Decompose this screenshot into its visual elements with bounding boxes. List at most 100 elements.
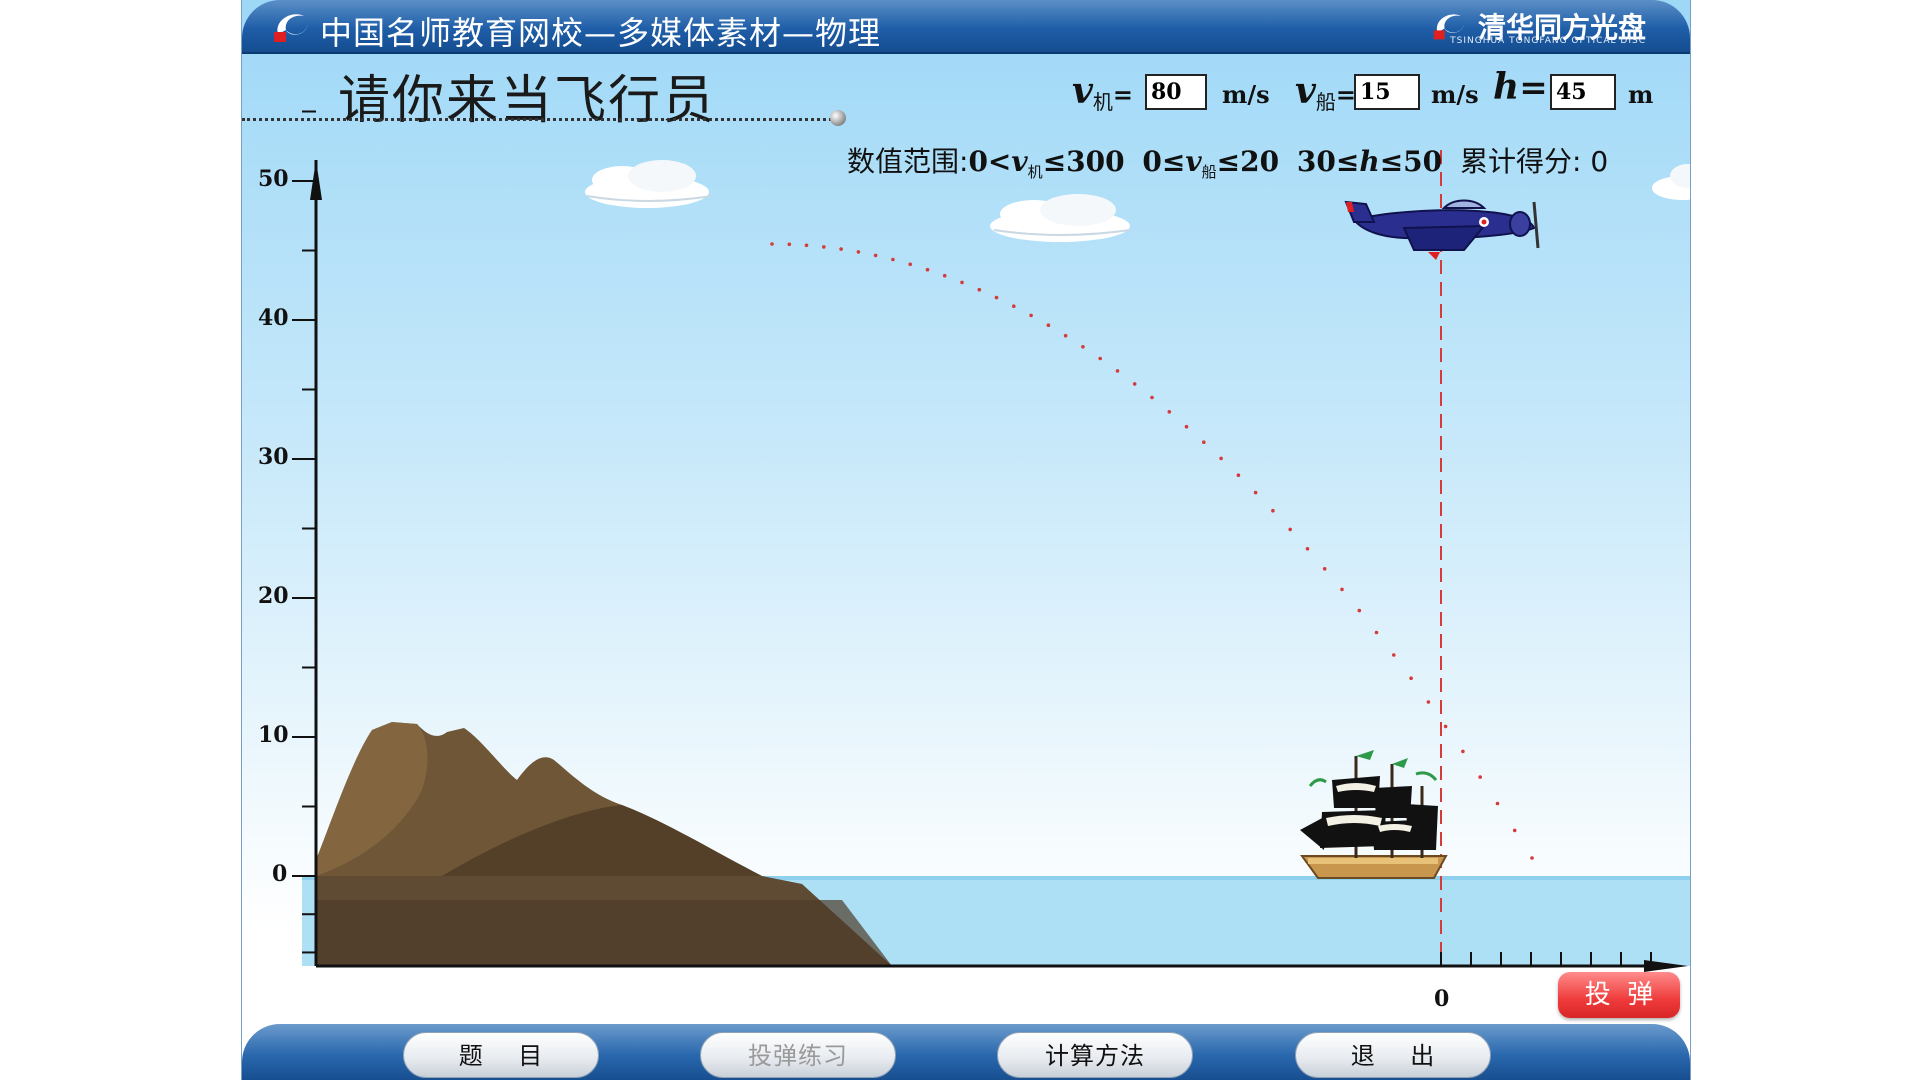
trajectory-dot xyxy=(1530,856,1534,860)
drop-practice-button[interactable]: 投弹练习 xyxy=(700,1032,896,1078)
app-window: 中国名师教育网校—多媒体素材—物理 清华同方光盘 TSINGHUA TONGFA… xyxy=(241,0,1691,1080)
trajectory-dot xyxy=(891,257,895,262)
range-ship-a: 0≤ xyxy=(1142,145,1186,178)
trajectory-dot xyxy=(977,287,982,292)
ship-speed-eq: = xyxy=(1335,80,1357,109)
trajectory-path xyxy=(770,242,1534,860)
trajectory-dot xyxy=(804,243,809,248)
range-plane-var: v xyxy=(1011,145,1028,178)
trajectory-dot xyxy=(960,280,964,285)
y-tick-label: 20 xyxy=(258,583,289,609)
trajectory-dot xyxy=(873,253,878,258)
trajectory-dot xyxy=(1253,490,1258,495)
trajectory-dot xyxy=(1374,630,1379,635)
score-label: 累计得分: xyxy=(1459,145,1582,178)
range-ship-var: v xyxy=(1185,145,1202,178)
heading-divider xyxy=(242,118,838,121)
trajectory-dot xyxy=(1046,323,1051,328)
trajectory-dot xyxy=(1340,587,1344,592)
y-tick-label: 50 xyxy=(258,166,289,192)
cloud-icon xyxy=(1652,164,1690,200)
trajectory-dot xyxy=(856,250,861,254)
trajectory-dot xyxy=(1305,547,1310,551)
cloud-icon xyxy=(585,160,713,208)
trajectory-dot xyxy=(1443,724,1448,729)
trajectory-dot xyxy=(1150,395,1154,400)
trajectory-dot xyxy=(1202,440,1206,445)
y-tick-label: 10 xyxy=(258,722,289,748)
trajectory-dot xyxy=(1426,700,1431,704)
range-height-b: ≤50 xyxy=(1379,145,1443,178)
range-plane-sub: 机 xyxy=(1027,163,1043,181)
trajectory-dot xyxy=(1322,567,1327,571)
problem-button[interactable]: 题 目 xyxy=(403,1032,599,1078)
trajectory-dot xyxy=(1219,456,1223,461)
ship-speed-label: v船= xyxy=(1295,70,1356,115)
range-plane-a: 0< xyxy=(968,145,1012,178)
trajectory-dot xyxy=(1081,345,1085,349)
trajectory-dot xyxy=(1409,676,1413,680)
trajectory-dot xyxy=(1184,424,1189,429)
shore-shade xyxy=(316,900,892,966)
trajectory-dot xyxy=(1392,653,1396,657)
trajectory-dot xyxy=(822,245,826,249)
plane-speed-input[interactable] xyxy=(1145,74,1207,110)
y-tick-label: 0 xyxy=(272,861,288,887)
heading-knob xyxy=(830,110,846,126)
trajectory-dot xyxy=(1461,749,1465,754)
trajectory-dot xyxy=(942,273,947,278)
exit-button[interactable]: 退 出 xyxy=(1295,1032,1491,1078)
trajectory-dot xyxy=(1063,333,1068,338)
page-heading: 请你来当飞行员 xyxy=(338,71,717,131)
trajectory-dot xyxy=(1478,775,1482,779)
trajectory-dot xyxy=(787,242,792,247)
footer-bar: 题 目 投弹练习 计算方法 退 出 xyxy=(242,1024,1690,1080)
height-label: h= xyxy=(1493,66,1548,108)
sailing-ship-icon xyxy=(1300,750,1448,879)
height-symbol: h xyxy=(1493,66,1520,108)
plane-speed-label: v机= xyxy=(1072,70,1133,115)
height-input[interactable] xyxy=(1550,74,1616,110)
range-height-var: h xyxy=(1359,145,1380,178)
trajectory-dot xyxy=(1357,608,1362,613)
range-ship-sub: 船 xyxy=(1201,163,1217,181)
trajectory-dot xyxy=(1167,410,1172,414)
trajectory-dot xyxy=(770,242,774,246)
ship-speed-input[interactable] xyxy=(1354,74,1420,110)
trajectory-dot xyxy=(1012,304,1016,309)
height-unit: m xyxy=(1628,80,1654,109)
range-ship-b: ≤20 xyxy=(1216,145,1280,178)
score-value: 0 xyxy=(1590,145,1609,178)
height-eq: = xyxy=(1519,68,1548,108)
plane-speed-symbol: v xyxy=(1072,70,1093,112)
trajectory-dot xyxy=(1132,382,1137,386)
trajectory-dot xyxy=(1288,527,1292,532)
trajectory-dot xyxy=(925,267,930,272)
range-plane-b: ≤300 xyxy=(1042,145,1125,178)
range-label: 数值范围: xyxy=(847,145,969,178)
range-height-a: 30≤ xyxy=(1296,145,1360,178)
y-tick-label: 30 xyxy=(258,444,289,470)
trajectory-dot xyxy=(1115,369,1120,373)
trajectory-dot xyxy=(1029,313,1033,318)
plane-speed-eq: = xyxy=(1112,80,1134,109)
trajectory-dot xyxy=(994,295,999,300)
drop-bomb-button[interactable]: 投 弹 xyxy=(1558,972,1680,1018)
cloud-icon xyxy=(990,194,1131,242)
trajectory-dot xyxy=(1098,356,1102,361)
ship-speed-unit: m/s xyxy=(1431,80,1479,109)
trajectory-dot xyxy=(1271,508,1275,513)
value-range-info: 数值范围:0<v机≤300 0≤v船≤20 30≤h≤50 累计得分: 0 xyxy=(847,140,1608,182)
y-axis-ticks xyxy=(292,110,316,954)
mountain-icon xyxy=(316,722,762,876)
ship-speed-symbol: v xyxy=(1295,70,1316,112)
calculation-method-button[interactable]: 计算方法 xyxy=(997,1032,1193,1078)
trajectory-dot xyxy=(908,262,912,267)
plane-speed-unit: m/s xyxy=(1222,80,1270,109)
x-origin-label: 0 xyxy=(1434,986,1450,1012)
trajectory-dot xyxy=(839,247,843,251)
y-tick-label: 40 xyxy=(258,305,289,331)
trajectory-dot xyxy=(1236,473,1241,478)
plane-speed-sub: 机 xyxy=(1092,90,1113,114)
ship-speed-sub: 船 xyxy=(1315,90,1336,114)
